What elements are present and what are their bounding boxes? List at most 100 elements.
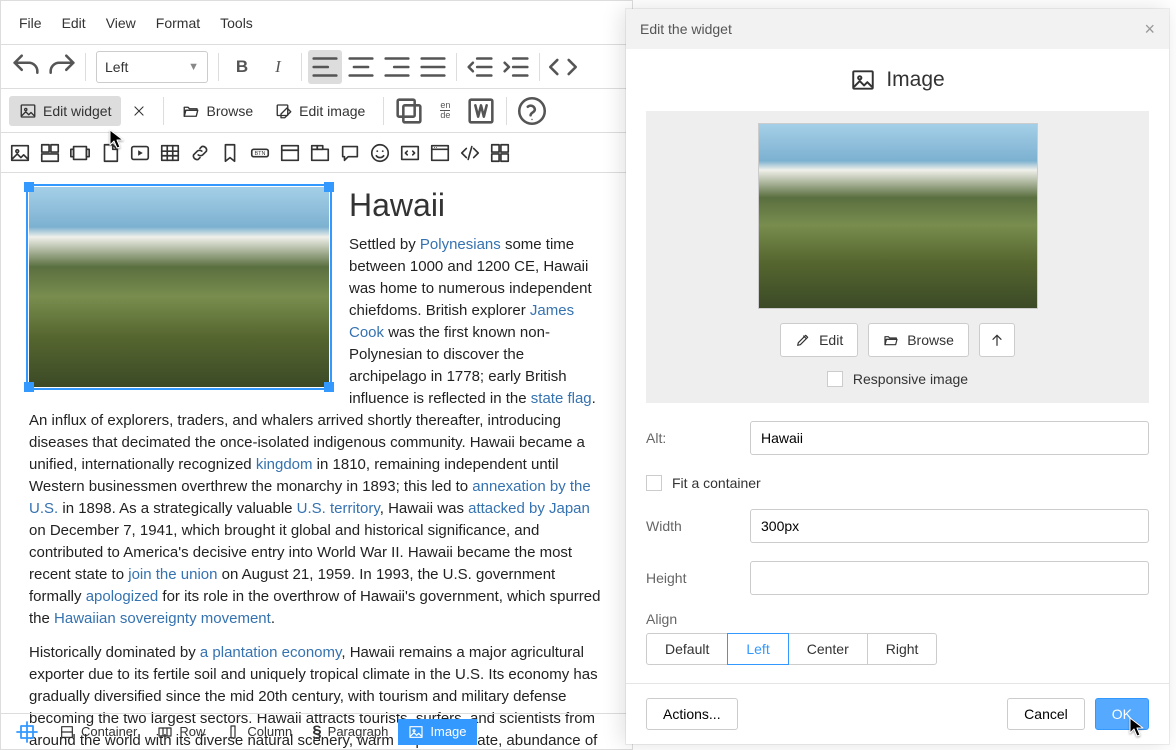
insert-slideshow-icon[interactable] [69,142,91,164]
pencil-icon [795,332,811,348]
align-center-button[interactable]: Center [788,633,868,665]
breadcrumb-paragraph[interactable]: §Paragraph [302,717,398,747]
ok-button[interactable]: OK [1095,698,1149,730]
resize-handle-tr[interactable] [324,182,334,192]
insert-toolbar: BTN [1,133,632,173]
insert-comment-icon[interactable] [339,142,361,164]
preview-browse-button[interactable]: Browse [868,323,969,357]
breadcrumb-image[interactable]: Image [398,719,476,745]
link-apologized[interactable]: apologized [86,588,159,605]
insert-table-icon[interactable] [159,142,181,164]
link-flag[interactable]: state flag [531,390,592,407]
context-toolbar: Edit widget Browse Edit image ende [1,89,632,133]
italic-button[interactable]: I [261,50,295,84]
link-polynesians[interactable]: Polynesians [420,236,501,253]
alt-input[interactable] [750,421,1149,455]
align-default-button[interactable]: Default [646,633,728,665]
align-label: Align [646,611,1149,627]
folder-open-icon [883,332,899,348]
translate-button[interactable]: ende [428,94,462,128]
insert-icon-icon[interactable] [369,142,391,164]
editor-window: File Edit View Format Tools Left ▼ B I E… [0,0,633,750]
breadcrumb-root[interactable] [5,715,49,749]
help-button[interactable] [515,94,549,128]
align-justify-button[interactable] [416,50,450,84]
menu-format[interactable]: Format [146,7,210,39]
separator [301,53,302,81]
actions-button[interactable]: Actions... [646,698,738,730]
link-attacked[interactable]: attacked by Japan [468,500,590,517]
outdent-button[interactable] [463,50,497,84]
article-image[interactable] [29,187,329,387]
edit-image-button[interactable]: Edit image [265,96,375,126]
browse-button[interactable]: Browse [172,96,263,126]
align-center-button[interactable] [344,50,378,84]
width-input[interactable] [750,509,1149,543]
svg-text:BTN: BTN [255,150,266,156]
folder-open-icon [182,102,200,120]
link-territory[interactable]: U.S. territory [297,500,380,517]
resize-handle-br[interactable] [324,382,334,392]
dialog-close-button[interactable]: × [1144,19,1155,40]
insert-video-icon[interactable] [129,142,151,164]
align-right-button[interactable] [380,50,414,84]
preview-upload-button[interactable] [979,323,1015,357]
breadcrumb-row[interactable]: Row [147,719,215,745]
insert-iframe-icon[interactable] [429,142,451,164]
height-label: Height [646,570,750,586]
format-toolbar: Left ▼ B I [1,45,632,89]
cancel-button[interactable]: Cancel [1007,698,1085,730]
separator [163,97,164,125]
alignment-dropdown[interactable]: Left ▼ [96,51,208,83]
insert-tabs-icon[interactable] [309,142,331,164]
link-plantation[interactable]: a plantation economy [200,644,341,661]
insert-html-icon[interactable] [459,142,481,164]
redo-button[interactable] [45,50,79,84]
align-right-button[interactable]: Right [867,633,938,665]
undo-button[interactable] [9,50,43,84]
menu-file[interactable]: File [9,7,52,39]
dictionary-button[interactable] [464,94,498,128]
editor-content[interactable]: Hawaii Settled by Polynesians some time … [1,173,632,749]
menu-edit[interactable]: Edit [52,7,96,39]
image-icon [850,67,876,93]
insert-bookmark-icon[interactable] [219,142,241,164]
resize-handle-tl[interactable] [24,182,34,192]
alt-row: Alt: [646,421,1149,455]
insert-grid-icon[interactable] [489,142,511,164]
insert-panel-icon[interactable] [279,142,301,164]
close-context-button[interactable] [123,95,155,127]
link-union[interactable]: join the union [128,566,217,583]
link-sovereignty[interactable]: Hawaiian sovereignty movement [54,610,271,627]
insert-image-icon[interactable] [9,142,31,164]
align-left-button[interactable]: Left [727,633,788,665]
responsive-checkbox[interactable] [827,371,843,387]
insert-file-icon[interactable] [99,142,121,164]
menu-view[interactable]: View [96,7,146,39]
insert-embed-icon[interactable] [399,142,421,164]
bold-button[interactable]: B [225,50,259,84]
insert-gallery-icon[interactable] [39,142,61,164]
align-left-button[interactable] [308,50,342,84]
breadcrumb-column[interactable]: Column [215,719,302,745]
preview-edit-button[interactable]: Edit [780,323,858,357]
copy-button[interactable] [392,94,426,128]
insert-button-icon[interactable]: BTN [249,142,271,164]
dialog-header: Edit the widget × [626,9,1169,49]
arrow-up-icon [989,332,1005,348]
edit-widget-button[interactable]: Edit widget [9,96,121,126]
width-label: Width [646,518,750,534]
code-button[interactable] [546,50,580,84]
dialog-footer: Actions... Cancel OK [626,683,1169,744]
indent-button[interactable] [499,50,533,84]
height-input[interactable] [750,561,1149,595]
breadcrumb-container[interactable]: Container [49,719,147,745]
link-kingdom[interactable]: kingdom [256,456,313,473]
resize-handle-bl[interactable] [24,382,34,392]
responsive-label: Responsive image [853,371,968,387]
hawaii-image [29,187,329,387]
menu-tools[interactable]: Tools [210,7,263,39]
fit-container-checkbox[interactable] [646,475,662,491]
separator [456,53,457,81]
insert-link-icon[interactable] [189,142,211,164]
